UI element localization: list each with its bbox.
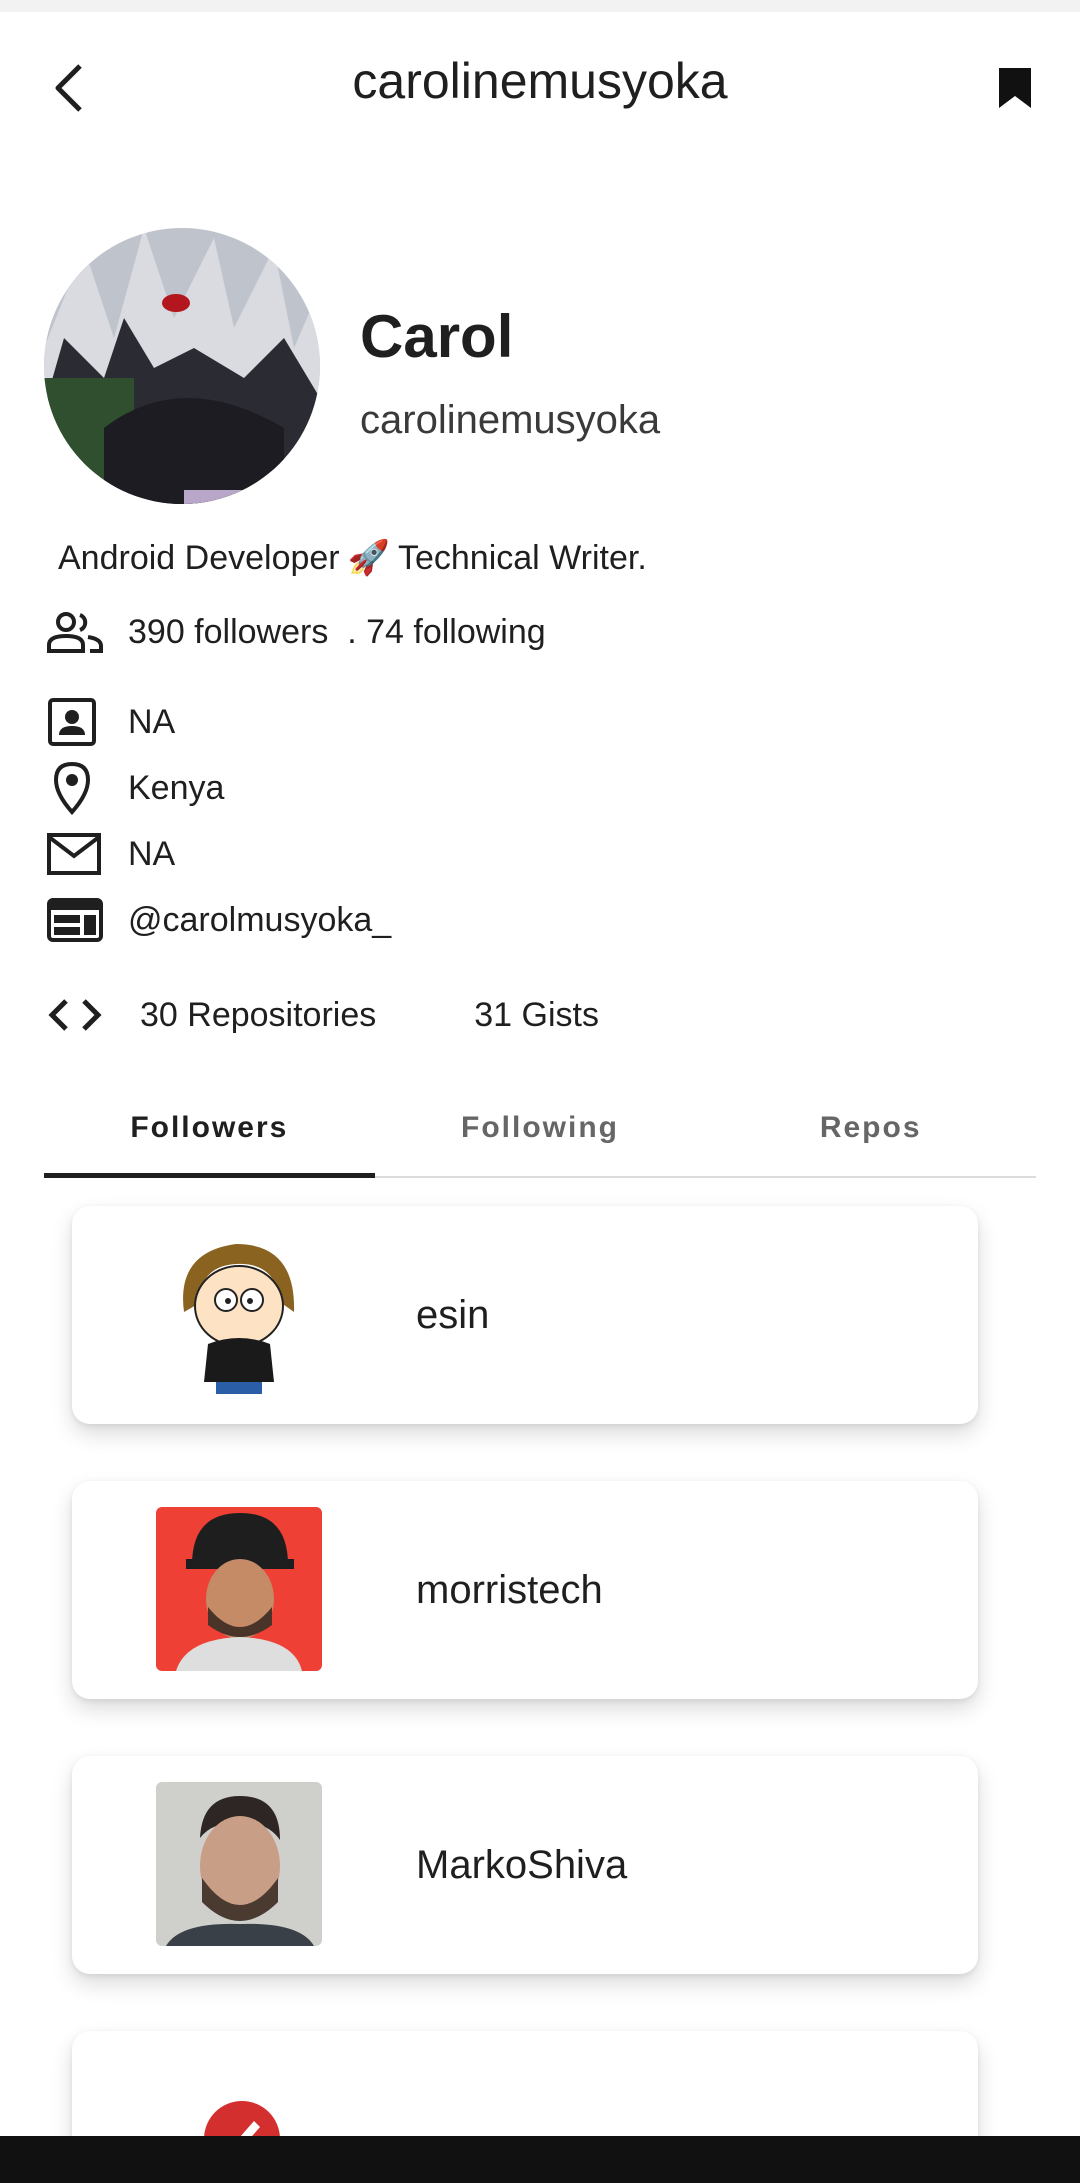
bio-text: Android Developer: [58, 538, 340, 577]
status-strip: [0, 0, 1080, 12]
follower-avatar: [156, 1232, 322, 1396]
follower-avatar: [156, 1782, 322, 1946]
email-value: NA: [128, 834, 176, 873]
follower-card[interactable]: morristech: [72, 1481, 978, 1699]
profile-bio: Android Developer 🚀 Technical Writer.: [58, 538, 647, 578]
tab-following[interactable]: Following: [375, 1080, 706, 1176]
app-bar-title: carolinemusyoka: [352, 53, 728, 109]
contact-card-icon: [48, 698, 96, 746]
follower-login: esin: [416, 1292, 490, 1337]
follower-login: morristech: [416, 1567, 603, 1612]
bio-tail-text: Technical Writer.: [397, 538, 647, 577]
followers-following-count: 390 followers . 74 following: [128, 612, 546, 651]
people-icon: [47, 612, 103, 653]
twitter-row[interactable]: @carolmusyoka_: [46, 892, 391, 948]
app-bar: carolinemusyoka: [0, 12, 1080, 152]
follower-login: .: [416, 2031, 427, 2137]
repo-gist-counts: 30 Repositories 31 Gists: [46, 990, 599, 1040]
profile-login: carolinemusyoka: [360, 398, 661, 442]
profile-name: Carol: [360, 303, 514, 370]
mail-icon: [47, 833, 101, 875]
followers-list[interactable]: esin morristech MarkoShiva: [0, 1176, 1080, 2136]
system-navigation-bar: [0, 2136, 1080, 2183]
gists-count[interactable]: 31 Gists: [474, 996, 599, 1035]
bookmark-button[interactable]: [990, 56, 1040, 120]
follower-card[interactable]: .: [72, 2031, 978, 2136]
follower-login: MarkoShiva: [416, 1842, 628, 1887]
company-row: NA: [46, 694, 175, 750]
company-value: NA: [128, 702, 176, 741]
follower-avatar: [156, 1507, 322, 1671]
tab-repos[interactable]: Repos: [705, 1080, 1036, 1176]
tab-followers[interactable]: Followers: [44, 1080, 375, 1178]
code-icon: [48, 999, 102, 1031]
location-pin-icon: [53, 761, 91, 816]
bookmark-icon: [999, 68, 1031, 108]
follower-avatar: [156, 2057, 322, 2136]
profile-tabs: Followers Following Repos: [44, 1080, 1036, 1178]
followers-row[interactable]: 390 followers . 74 following: [46, 604, 546, 660]
email-row[interactable]: NA: [46, 826, 175, 882]
rocket-emoji: 🚀: [347, 539, 390, 577]
follower-card[interactable]: esin: [72, 1206, 978, 1424]
location-value: Kenya: [128, 768, 225, 807]
profile-avatar: [44, 228, 320, 504]
web-icon: [47, 898, 103, 942]
location-row: Kenya: [46, 760, 224, 816]
repositories-count[interactable]: 30 Repositories: [140, 996, 376, 1035]
follower-card[interactable]: MarkoShiva: [72, 1756, 978, 1974]
twitter-value: @carolmusyoka_: [128, 900, 392, 939]
